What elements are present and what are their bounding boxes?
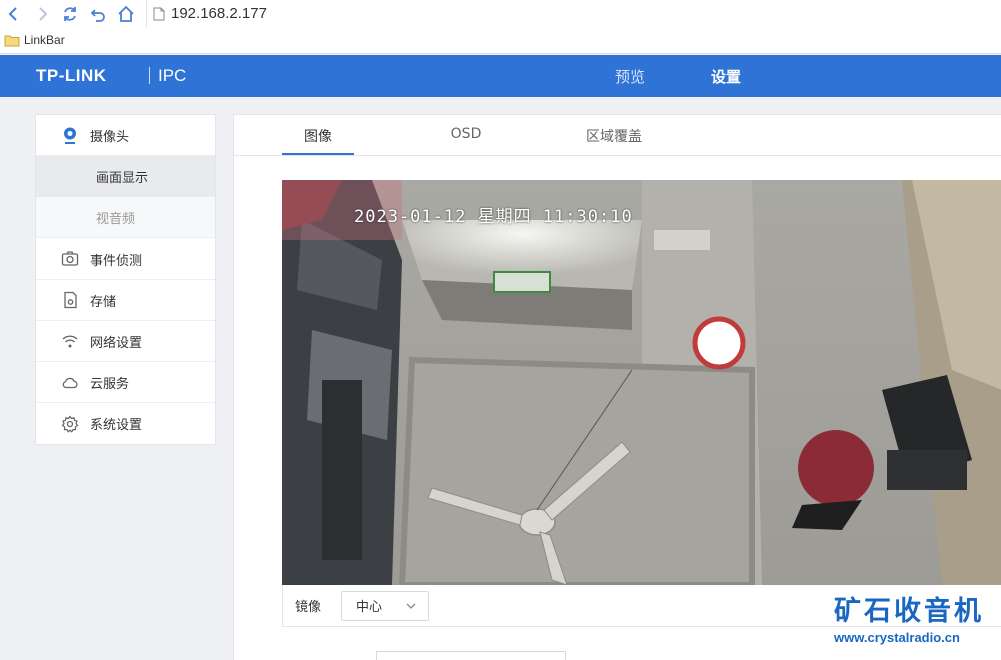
tab-privacy-mask[interactable]: 区域覆盖 xyxy=(578,126,650,146)
content-tabs: 图像 OSD 区域覆盖 xyxy=(234,115,1001,156)
sidebar-item-event-detection[interactable]: 事件侦测 xyxy=(36,239,215,280)
save-button[interactable] xyxy=(376,651,566,660)
home-button[interactable] xyxy=(112,0,140,27)
site-watermark: 矿石收音机 www.crystalradio.cn xyxy=(834,596,994,646)
sidebar-item-label: 系统设置 xyxy=(90,418,143,433)
refresh-icon xyxy=(64,6,76,21)
gear-icon xyxy=(61,415,79,433)
tab-preview[interactable]: 预览 xyxy=(615,66,645,87)
logo-divider xyxy=(149,67,150,84)
home-icon xyxy=(118,5,134,22)
browser-toolbar: 192.168.2.177 xyxy=(0,0,1001,27)
mirror-select-value: 中心 xyxy=(356,600,383,615)
bookmarks-bar: LinkBar xyxy=(0,27,1001,54)
page-icon xyxy=(153,7,165,20)
active-tab-indicator xyxy=(282,153,354,155)
back-arrow-icon xyxy=(8,6,17,21)
camera-feed-image xyxy=(282,180,1001,585)
sidebar-item-network[interactable]: 网络设置 xyxy=(36,321,215,362)
app-header: TP-LINK IPC 预览 设置 xyxy=(0,55,1001,97)
webcam-icon xyxy=(61,126,79,144)
sidebar-menu: 摄像头 画面显示 视音频 事件侦测 存储 网络设置 云服务 系统设置 xyxy=(35,114,216,445)
folder-icon xyxy=(4,35,20,46)
bookmark-folder-linkbar[interactable]: LinkBar xyxy=(24,33,65,47)
brand-logo: TP-LINK xyxy=(36,66,107,85)
video-preview: 2023-01-12 星期四 11:30:10 xyxy=(282,180,1001,585)
mirror-select[interactable]: 中心 xyxy=(341,590,429,621)
wifi-icon xyxy=(61,332,79,350)
undo-button[interactable] xyxy=(84,0,112,27)
chevron-down-icon xyxy=(406,603,416,609)
sidebar-item-cloud[interactable]: 云服务 xyxy=(36,362,215,403)
storage-icon xyxy=(61,291,79,309)
sidebar-subitem-audio-video[interactable]: 视音频 xyxy=(36,197,215,238)
product-name: IPC xyxy=(158,66,187,85)
sidebar-item-label: 云服务 xyxy=(90,376,130,392)
back-button[interactable] xyxy=(0,0,28,27)
tab-image[interactable]: 图像 xyxy=(282,126,354,146)
video-osd-timestamp: 2023-01-12 星期四 11:30:10 xyxy=(354,207,633,227)
sidebar-item-camera[interactable]: 摄像头 xyxy=(36,115,215,156)
forward-button[interactable] xyxy=(28,0,56,27)
sidebar-item-label: 事件侦测 xyxy=(90,253,143,269)
forward-arrow-icon xyxy=(39,6,48,21)
watermark-title: 矿石收音机 xyxy=(834,596,984,627)
mirror-label: 镜像 xyxy=(295,600,322,615)
sidebar-subitem-display[interactable]: 画面显示 xyxy=(36,156,215,197)
cloud-icon xyxy=(61,373,79,391)
undo-icon xyxy=(90,8,105,22)
sidebar-item-label: 摄像头 xyxy=(90,129,130,145)
tab-settings[interactable]: 设置 xyxy=(711,66,741,87)
refresh-button[interactable] xyxy=(56,0,84,27)
watermark-url: www.crystalradio.cn xyxy=(834,630,960,645)
url-text[interactable]: 192.168.2.177 xyxy=(171,5,267,22)
settings-panel: 图像 OSD 区域覆盖 2023-01-12 星期四 11:30:10 镜像 中… xyxy=(233,114,1001,660)
sidebar-item-system[interactable]: 系统设置 xyxy=(36,403,215,444)
sidebar-item-label: 网络设置 xyxy=(90,335,143,351)
sidebar-item-label: 存储 xyxy=(90,294,117,310)
camera-icon xyxy=(61,250,79,268)
tab-osd[interactable]: OSD xyxy=(430,126,502,142)
address-bar[interactable]: 192.168.2.177 xyxy=(146,0,267,27)
sidebar-item-storage[interactable]: 存储 xyxy=(36,280,215,321)
